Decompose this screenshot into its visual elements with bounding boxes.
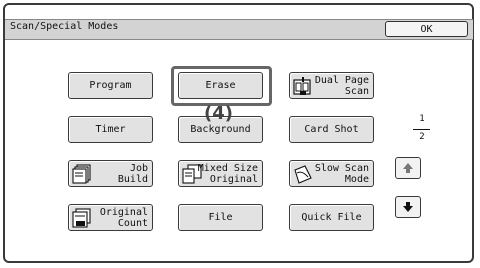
file-button[interactable]: File [178, 204, 263, 231]
timer-label: Timer [95, 124, 126, 135]
slow-scan-mode-label: Slow Scan Mode [314, 162, 369, 185]
dual-page-scan-label: Dual Page Scan [314, 74, 369, 97]
ok-button[interactable]: OK [385, 21, 468, 37]
mixed-size-original-button[interactable]: Mixed Size Original [178, 160, 263, 187]
quick-file-button[interactable]: Quick File [289, 204, 374, 231]
original-count-icon [72, 208, 91, 228]
page-up-button[interactable] [395, 157, 421, 179]
program-button[interactable]: Program [68, 72, 153, 99]
job-build-button[interactable]: Job Build [68, 160, 153, 187]
dual-page-scan-button[interactable]: Dual Page Scan [289, 72, 374, 99]
erase-highlight-frame [171, 66, 272, 106]
slow-scan-mode-button[interactable]: Slow Scan Mode [289, 160, 374, 187]
quick-file-label: Quick File [301, 212, 362, 223]
down-arrow-icon [403, 202, 413, 212]
file-label: File [208, 212, 233, 223]
up-arrow-icon [403, 163, 413, 173]
card-shot-label: Card Shot [304, 124, 359, 135]
job-build-icon [72, 164, 91, 184]
dual-page-scan-icon [293, 77, 311, 95]
program-label: Program [89, 80, 132, 91]
slow-scan-mode-icon [294, 165, 312, 184]
page-divider [413, 129, 430, 130]
callout-label: (4) [204, 103, 233, 124]
page-total: 2 [419, 132, 425, 142]
timer-button[interactable]: Timer [68, 116, 153, 143]
job-build-label: Job Build [117, 162, 148, 185]
original-count-button[interactable]: Original Count [68, 204, 153, 231]
page-current: 1 [419, 114, 425, 124]
mixed-size-original-label: Mixed Size Original [197, 162, 258, 185]
page-down-button[interactable] [395, 196, 421, 218]
card-shot-button[interactable]: Card Shot [289, 116, 374, 143]
original-count-label: Original Count [99, 206, 148, 229]
page-title: Scan/Special Modes [10, 21, 119, 32]
